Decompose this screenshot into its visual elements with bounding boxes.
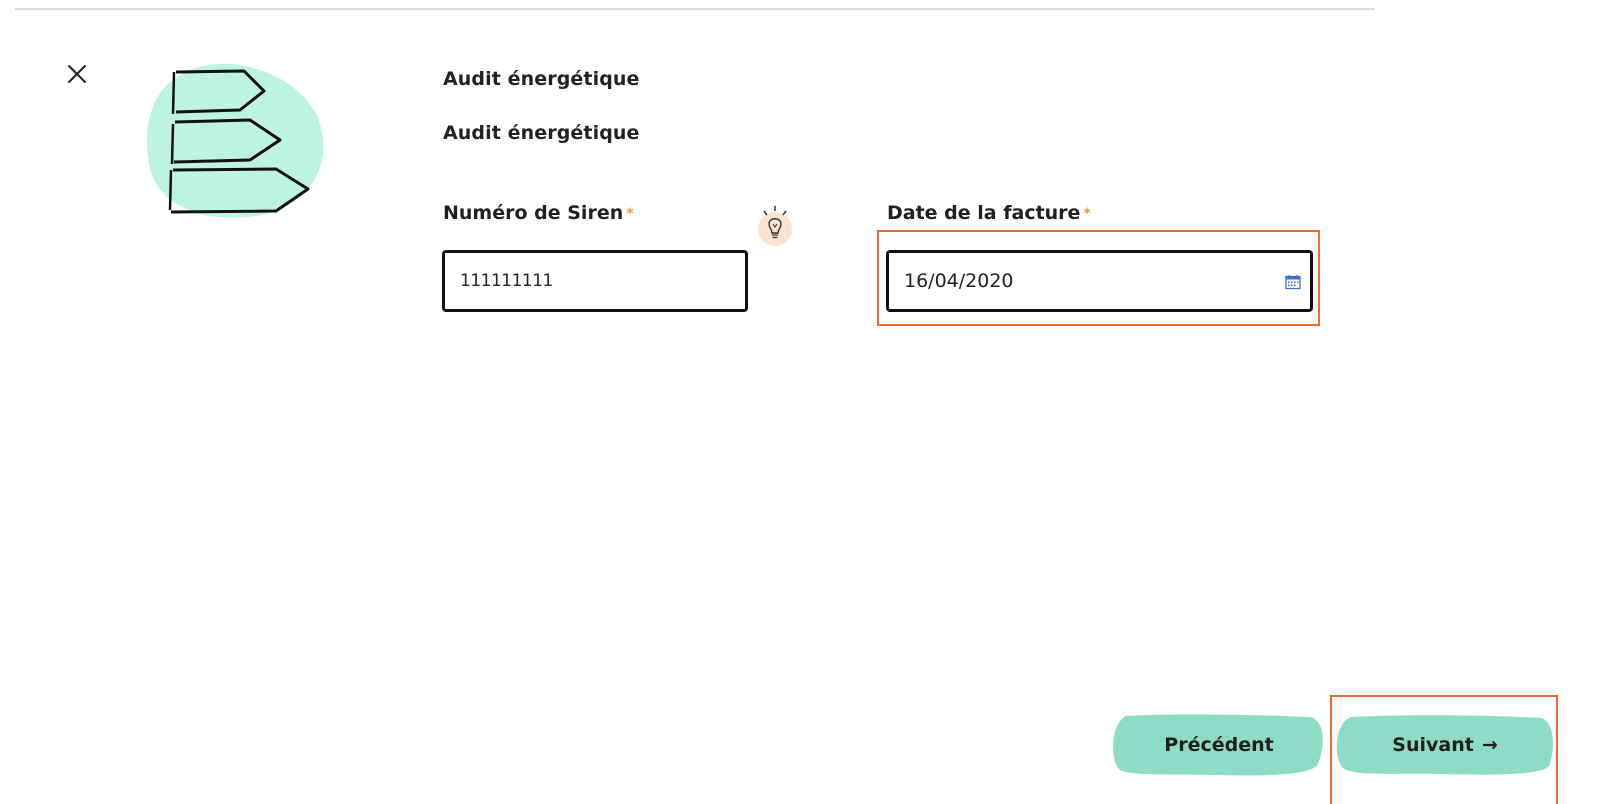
invoice-date-input[interactable] [904,270,1270,292]
top-divider [15,8,1375,10]
required-marker: * [626,206,634,222]
previous-button[interactable]: Précédent [1112,714,1326,776]
next-button-label: Suivant [1392,734,1474,756]
page: Audit énergétique Audit énergétique Numé… [0,0,1601,804]
close-button[interactable] [66,63,88,85]
invoice-date-input-wrapper [886,250,1313,312]
arrow-right-icon: → [1481,734,1498,756]
siren-label-text: Numéro de Siren [443,202,624,224]
invoice-date-label: Date de la facture * [887,202,1091,224]
lightbulb-icon [758,206,792,246]
close-icon [68,65,86,83]
siren-input[interactable] [460,271,745,291]
invoice-date-label-text: Date de la facture [887,202,1081,224]
form-subtitle-secondary: Audit énergétique [443,122,640,144]
next-button[interactable]: Suivant → [1335,714,1555,776]
required-marker: * [1083,206,1091,222]
calendar-icon[interactable] [1284,273,1302,291]
previous-button-label: Précédent [1164,734,1274,756]
siren-input-wrapper [442,250,748,312]
hint-button[interactable] [755,204,795,248]
form-subtitle-primary: Audit énergétique [443,68,640,90]
signpost-illustration [146,58,326,220]
siren-label: Numéro de Siren * [443,202,634,224]
